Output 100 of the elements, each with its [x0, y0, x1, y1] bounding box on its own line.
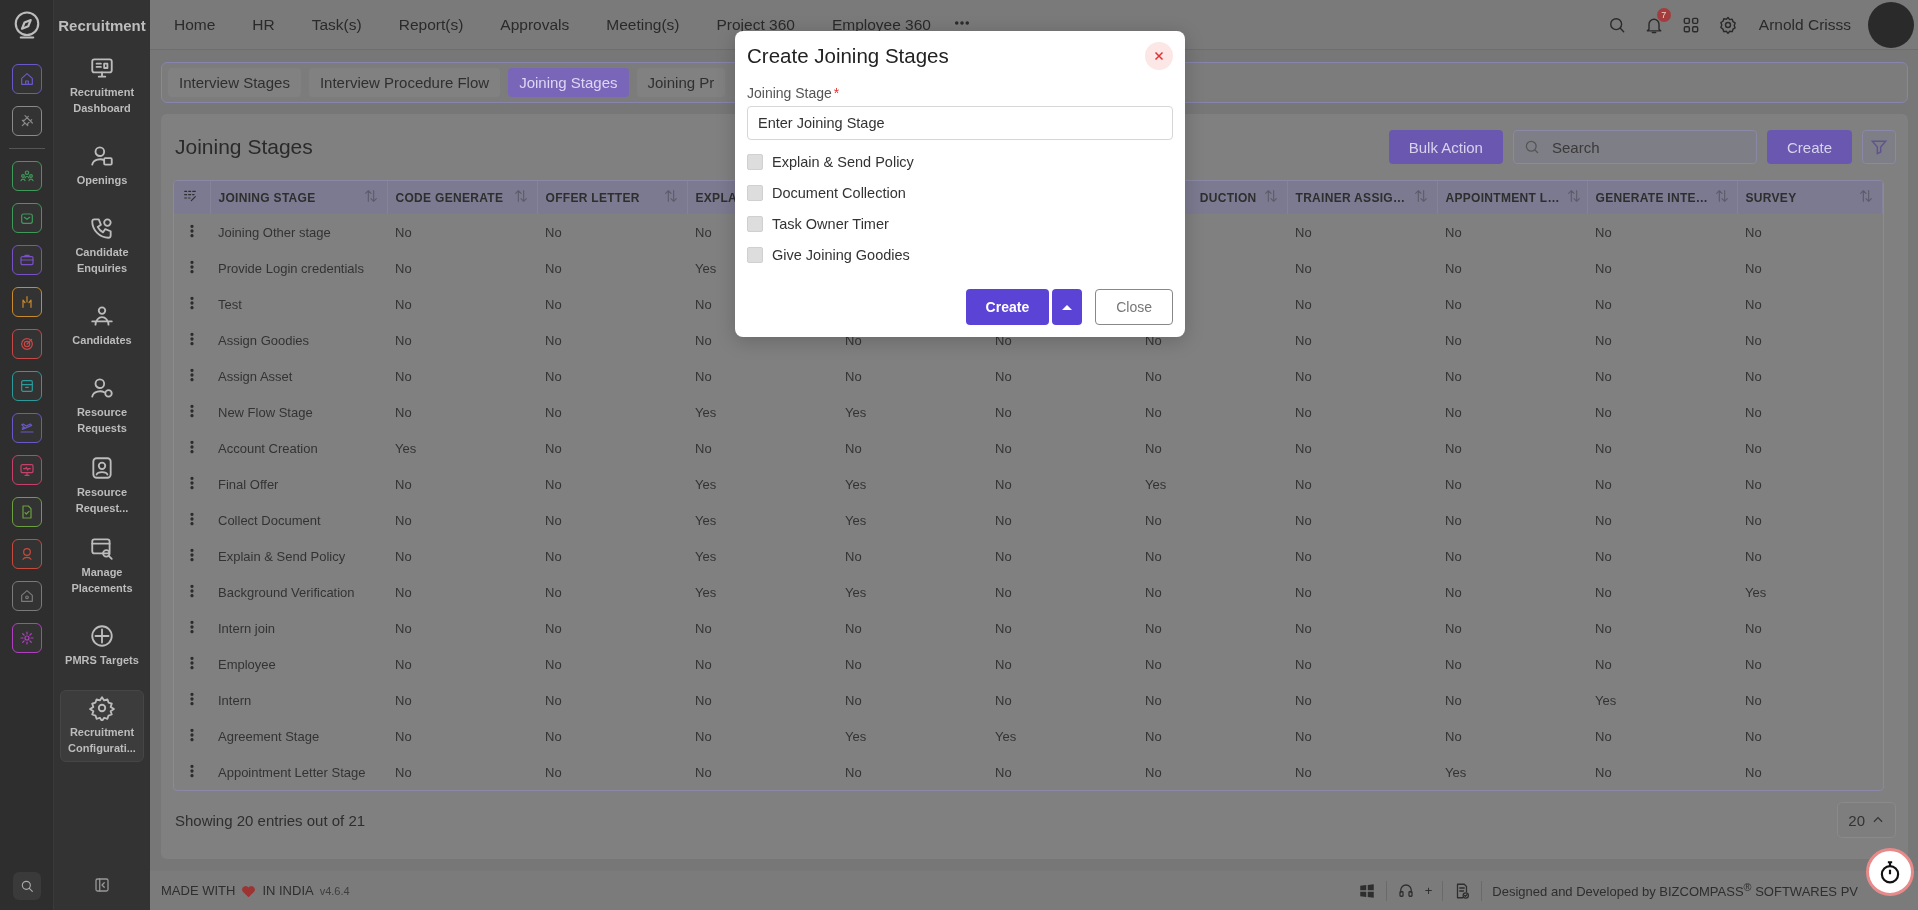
table-cell: No	[1745, 296, 1762, 312]
table-cell: No	[1295, 368, 1312, 384]
table-cell: No	[1595, 728, 1612, 744]
sidebar-item[interactable]: Recruitment Dashboard	[60, 50, 144, 122]
column-header-label: GENERATE INTE…	[1595, 190, 1709, 205]
nav-link[interactable]: Meeting(s)	[606, 15, 680, 34]
sidebar-item-label: Resource Requests	[75, 405, 129, 436]
table-cell: No	[1295, 296, 1312, 312]
table-cell: No	[845, 368, 862, 384]
table-cell: No	[1295, 764, 1312, 780]
table-cell: No	[395, 476, 412, 492]
box-icon[interactable]	[11, 203, 42, 233]
home-icon[interactable]	[11, 64, 42, 94]
search-field[interactable]: Search	[1512, 130, 1757, 164]
table-cell: No	[395, 260, 412, 276]
joining-stage-field[interactable]: Enter Joining Stage	[747, 106, 1173, 140]
hands-icon[interactable]	[11, 287, 42, 317]
column-header-label: SURVEY	[1745, 190, 1797, 205]
gear-icon[interactable]	[11, 623, 42, 653]
people-icon[interactable]	[11, 161, 42, 191]
table-cell: No	[545, 440, 562, 456]
checkbox[interactable]	[747, 216, 763, 232]
tab[interactable]: Joining Pr	[636, 68, 726, 97]
sidebar-item-label: Manage Placements	[70, 565, 134, 596]
sidebar-item[interactable]: Recruitment Configurati...	[60, 690, 144, 762]
sidebar-item-label: Candidates	[72, 333, 132, 349]
gear-icon	[89, 695, 115, 722]
table-cell: No	[1745, 368, 1762, 384]
field-label: Joining Stage	[747, 85, 832, 101]
table-cell: No	[1595, 296, 1612, 312]
sidebar-item[interactable]: Candidate Enquiries	[60, 210, 144, 282]
checkbox[interactable]	[747, 247, 763, 263]
checkbox[interactable]	[747, 185, 763, 201]
table-cell: No	[995, 692, 1012, 708]
table-cell: No	[545, 476, 562, 492]
dialog-title: Create Joining Stages	[747, 44, 949, 68]
nav-link[interactable]: HR	[252, 15, 275, 34]
credit-text: Designed and Developed by BIZCOMPASS$^{®}$ SOFTWARES PV	[1492, 881, 1858, 900]
page-size-select[interactable]: 20	[1837, 802, 1896, 838]
table-cell: No	[845, 764, 862, 780]
nav-link[interactable]: Report(s)	[398, 15, 464, 34]
filter-button[interactable]	[1862, 130, 1896, 164]
add-label[interactable]: +	[1424, 883, 1433, 898]
entries-summary: Showing 20 entries out of 21	[175, 811, 366, 829]
table-cell: No	[545, 224, 562, 240]
create-button[interactable]: Create	[1766, 130, 1852, 164]
sidebar-item[interactable]: Resource Request...	[60, 450, 144, 522]
nav-link[interactable]: Approvals	[500, 15, 570, 34]
phone-icon	[89, 215, 115, 242]
close-button[interactable]	[1145, 42, 1173, 70]
sidebar-item[interactable]: Manage Placements	[60, 530, 144, 602]
archive-icon[interactable]	[11, 371, 42, 401]
sidebar-item[interactable]: PMRS Targets	[60, 610, 144, 682]
document-icon[interactable]	[11, 497, 42, 527]
monitor-icon[interactable]	[11, 455, 42, 485]
table-cell: No	[1145, 404, 1162, 420]
table-cell: No	[1445, 476, 1462, 492]
tab[interactable]: Joining Stages	[508, 68, 629, 97]
checkbox-label[interactable]: Give Joining Goodies	[772, 247, 910, 263]
windows-icon[interactable]	[1357, 881, 1376, 900]
close-button[interactable]: Close	[1095, 289, 1173, 325]
plane-icon[interactable]	[11, 413, 42, 443]
nav-link[interactable]: Task(s)	[311, 15, 362, 34]
table-cell: No	[545, 368, 562, 384]
checkbox-label[interactable]: Explain & Send Policy	[772, 154, 914, 170]
columns-icon[interactable]	[182, 188, 198, 204]
caret-icon	[1061, 303, 1074, 311]
avatar[interactable]	[1868, 1, 1914, 48]
pin-icon[interactable]	[11, 106, 42, 136]
nav-link[interactable]: Project 360	[716, 15, 795, 34]
table-cell: No	[1145, 440, 1162, 456]
table-cell: No	[545, 620, 562, 636]
target-icon[interactable]	[11, 329, 42, 359]
tab[interactable]: Interview Stages	[168, 68, 301, 97]
settings-icon[interactable]	[1717, 14, 1738, 35]
table-cell: No	[995, 404, 1012, 420]
sidebar-item[interactable]: Openings	[60, 130, 144, 202]
checkbox[interactable]	[747, 154, 763, 170]
table-cell: No	[545, 260, 562, 276]
table-cell: No	[695, 656, 712, 672]
create-button[interactable]: Create	[965, 289, 1050, 325]
column-header-label: EXPLA	[695, 190, 737, 205]
bulk-action-button[interactable]: Bulk Action	[1388, 130, 1503, 164]
table-cell: No	[695, 620, 712, 636]
checkbox-label[interactable]: Task Owner Timer	[772, 216, 889, 232]
sidebar-item[interactable]: Candidates	[60, 290, 144, 362]
nav-link[interactable]: Home	[174, 15, 216, 34]
collapse-sidebar-icon[interactable]	[93, 876, 111, 894]
user-name[interactable]: Arnold Crisss	[1758, 15, 1851, 34]
sidebar-item[interactable]: Resource Requests	[60, 370, 144, 442]
dropdown-button[interactable]	[1052, 289, 1083, 325]
nav-link[interactable]: Employee 360	[831, 15, 931, 34]
headset-icon[interactable]	[1396, 881, 1415, 900]
checkbox-label[interactable]: Document Collection	[772, 185, 906, 201]
house-icon[interactable]	[11, 581, 42, 611]
table-cell: No	[845, 620, 862, 636]
tab[interactable]: Interview Procedure Flow	[308, 68, 501, 97]
briefcase-icon[interactable]	[11, 245, 42, 275]
table-cell: No	[545, 764, 562, 780]
search-button[interactable]	[12, 872, 41, 900]
